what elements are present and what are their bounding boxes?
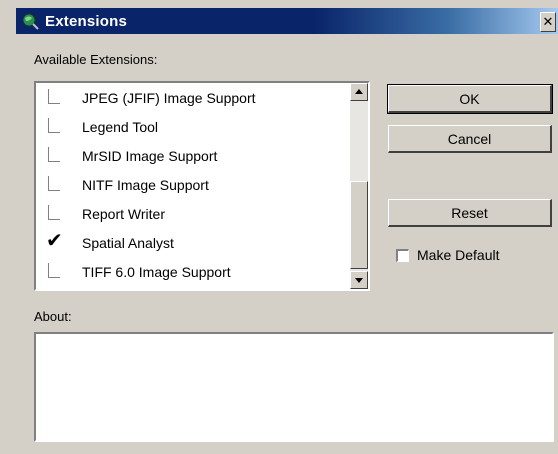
empty-check-indicator	[48, 204, 60, 220]
extension-label: JPEG (JFIF) Image Support	[82, 89, 256, 106]
extension-checkbox[interactable]	[44, 204, 68, 223]
list-item[interactable]: TIFF 6.0 Image Support	[36, 257, 348, 286]
empty-check-indicator	[48, 88, 60, 104]
list-item[interactable]: ✔ Spatial Analyst	[36, 228, 348, 257]
extension-label: Spatial Analyst	[82, 234, 174, 251]
available-extensions-label: Available Extensions:	[34, 52, 158, 67]
extension-label: MrSID Image Support	[82, 147, 218, 164]
extension-checkbox[interactable]	[44, 117, 68, 136]
about-label: About:	[34, 309, 72, 324]
close-button[interactable]: ✕	[540, 12, 556, 32]
extensions-listbox[interactable]: JPEG (JFIF) Image Support Legend Tool MrSI…	[34, 81, 370, 291]
arrow-up-icon	[355, 89, 363, 94]
empty-check-indicator	[48, 175, 60, 191]
empty-check-indicator	[48, 262, 60, 278]
make-default-box[interactable]	[396, 248, 409, 262]
list-item[interactable]: MrSID Image Support	[36, 141, 348, 170]
extension-label: Report Writer	[82, 205, 165, 222]
list-item[interactable]: NITF Image Support	[36, 170, 348, 199]
checkmark-icon: ✔	[46, 229, 63, 252]
arcview-globe-icon	[20, 11, 40, 31]
make-default-label: Make Default	[417, 247, 500, 263]
scroll-thumb[interactable]	[350, 181, 368, 269]
extension-label: NITF Image Support	[82, 176, 209, 193]
scroll-up-button[interactable]	[350, 83, 368, 101]
close-icon: ✕	[542, 14, 554, 29]
list-scrollbar[interactable]	[350, 83, 368, 289]
cancel-button[interactable]: Cancel	[388, 125, 552, 153]
window-title: Extensions	[45, 12, 128, 30]
title-bar[interactable]: Extensions ✕	[16, 8, 558, 34]
extension-label: TIFF 6.0 Image Support	[82, 263, 231, 280]
extension-checkbox[interactable]	[44, 262, 68, 281]
extensions-dialog: Extensions ✕ Available Extensions: JPEG …	[0, 0, 558, 454]
arrow-down-icon	[355, 278, 363, 283]
extension-checkbox[interactable]	[44, 88, 68, 107]
scroll-down-button[interactable]	[350, 271, 368, 289]
empty-check-indicator	[48, 117, 60, 133]
ok-button[interactable]: OK	[387, 84, 553, 114]
list-item[interactable]: JPEG (JFIF) Image Support	[36, 83, 348, 112]
list-item[interactable]: Report Writer	[36, 199, 348, 228]
reset-button[interactable]: Reset	[388, 199, 552, 227]
list-item[interactable]: Legend Tool	[36, 112, 348, 141]
extension-label: Legend Tool	[82, 118, 159, 135]
empty-check-indicator	[48, 146, 60, 162]
extension-checkbox[interactable]	[44, 146, 68, 165]
extension-checkbox[interactable]	[44, 175, 68, 194]
about-textbox	[34, 332, 554, 442]
extension-checkbox[interactable]: ✔	[44, 229, 68, 252]
make-default-checkbox[interactable]: Make Default	[396, 247, 499, 263]
